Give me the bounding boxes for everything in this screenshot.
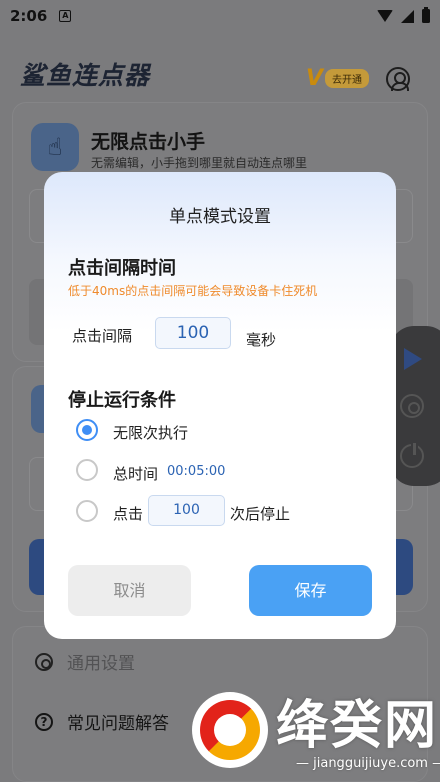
app-notification-icon: A <box>59 10 72 22</box>
interval-unit: 毫秒 <box>246 331 277 349</box>
interval-input[interactable]: 100 <box>155 317 231 349</box>
dialog-title: 单点模式设置 <box>169 207 271 227</box>
option-click-count-suffix: 次后停止 <box>230 505 291 523</box>
feature-description: 无需编辑，小手拖到哪里就自动连点哪里 <box>91 156 308 170</box>
cancel-button[interactable]: 取消 <box>68 565 191 616</box>
menu-item-faq[interactable]: ? 常见问题解答 <box>35 709 169 734</box>
interval-section-title: 点击间隔时间 <box>68 258 176 279</box>
vip-badge[interactable]: V 去开通 <box>306 65 378 91</box>
play-icon <box>404 348 422 370</box>
menu-item-faq-label: 常见问题解答 <box>67 714 169 734</box>
interval-label: 点击间隔 <box>72 327 133 345</box>
watermark-name: 绛癸网 <box>276 696 439 756</box>
menu-item-settings[interactable]: 通用设置 <box>35 649 135 674</box>
wifi-icon <box>377 10 393 22</box>
click-count-input[interactable]: 100 <box>148 495 225 526</box>
gear-icon <box>35 652 53 671</box>
feature-title: 无限点击小手 <box>91 131 206 153</box>
stop-section-title: 停止运行条件 <box>68 390 176 411</box>
status-icons <box>377 7 430 23</box>
save-button[interactable]: 保存 <box>249 565 372 616</box>
radio-infinite[interactable] <box>76 419 98 441</box>
watermark-logo <box>192 692 268 768</box>
total-time-value[interactable]: 00:05:00 <box>167 464 225 479</box>
help-icon: ? <box>35 712 53 731</box>
settings-icon <box>400 394 424 418</box>
vip-icon: V <box>306 65 324 91</box>
status-time: 2:06 <box>10 7 48 25</box>
vip-open-button[interactable]: 去开通 <box>325 68 370 88</box>
app-title: 鲨鱼连点器 <box>20 61 151 90</box>
power-icon <box>400 441 424 468</box>
option-infinite-label: 无限次执行 <box>113 424 189 442</box>
interval-warning: 低于40ms的点击间隔可能会导致设备卡住死机 <box>68 284 318 298</box>
single-point-settings-dialog: 单点模式设置 点击间隔时间 低于40ms的点击间隔可能会导致设备卡住死机 点击间… <box>44 172 396 639</box>
user-icon[interactable] <box>386 67 410 91</box>
signal-icon <box>401 9 414 23</box>
status-bar: 2:06 A <box>0 0 440 32</box>
radio-click-count[interactable] <box>76 500 98 522</box>
radio-total-time[interactable] <box>76 459 98 481</box>
watermark-url: — jiangguijiuye.com — <box>296 756 440 771</box>
hand-pointer-icon: ☝ <box>31 123 79 171</box>
battery-icon <box>422 7 430 23</box>
option-click-count-label: 点击 <box>113 505 144 523</box>
option-total-time-label: 总时间 <box>113 465 159 483</box>
floating-control-panel <box>390 326 440 486</box>
menu-item-settings-label: 通用设置 <box>67 654 135 674</box>
